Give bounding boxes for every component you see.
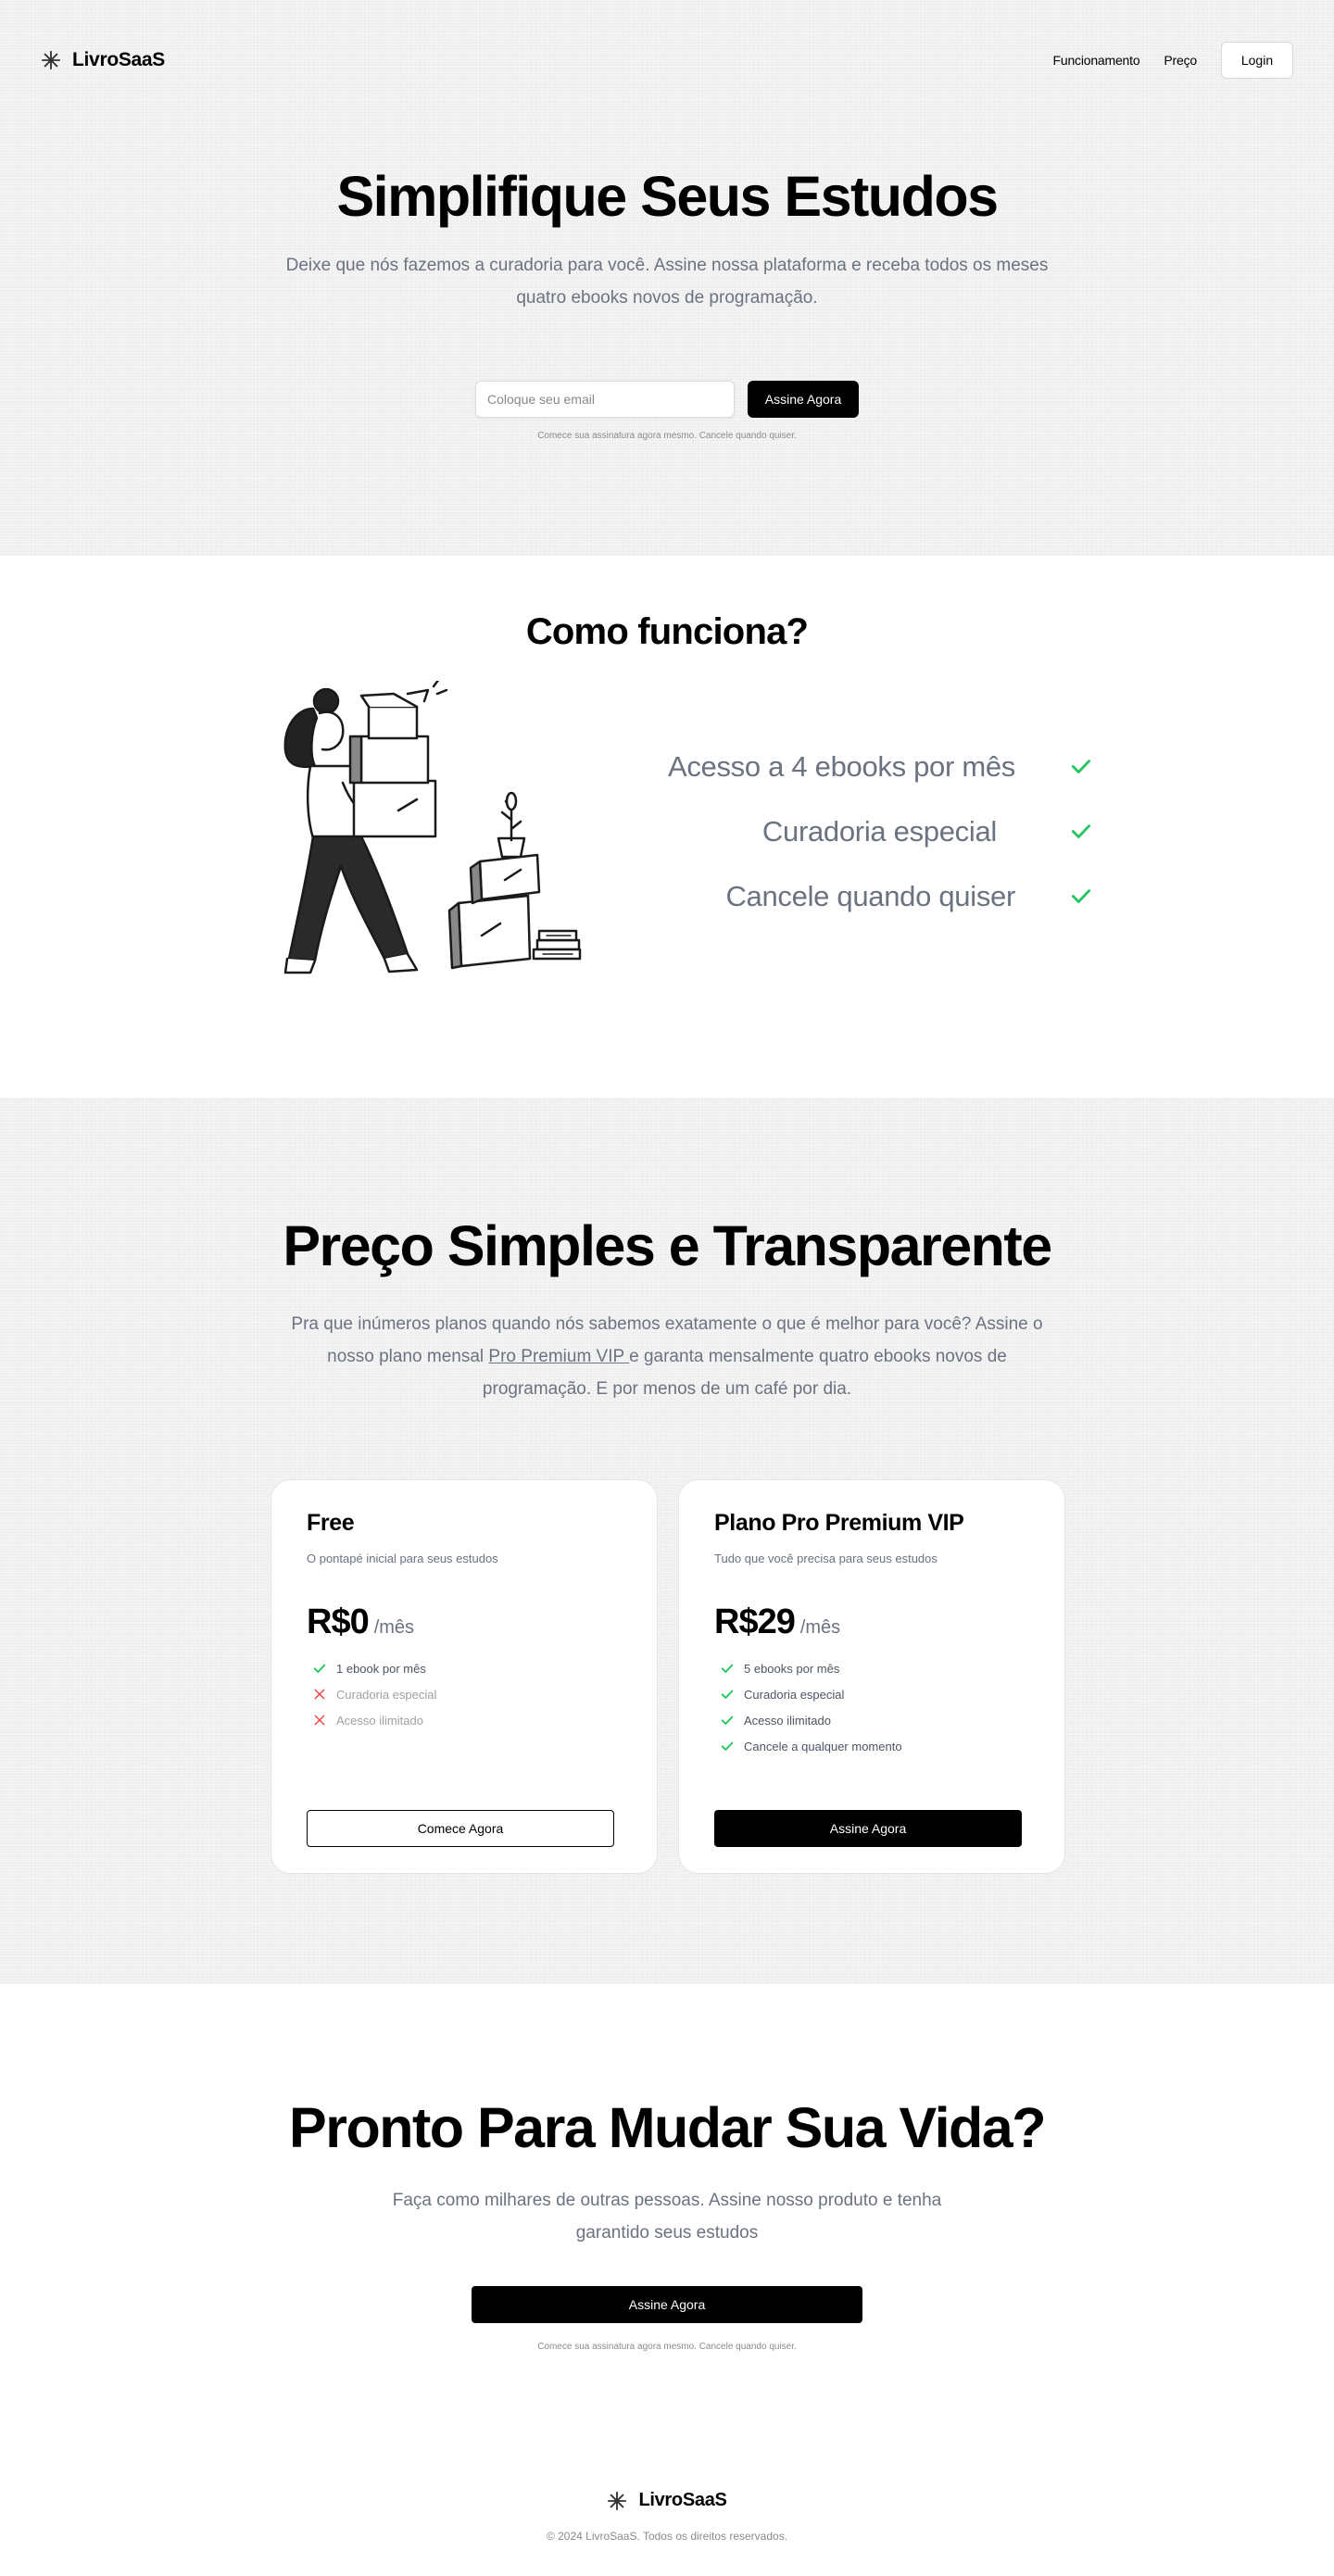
plan-feature-text: 5 ebooks por mês [744,1661,840,1676]
cta-section: Pronto Para Mudar Sua Vida? Faça como mi… [0,1984,1334,2419]
how-title: Como funciona? [525,611,809,652]
footer-brand-logo[interactable]: LivroSaaS [0,2490,1334,2511]
plan-feature-item: Curadoria especial [714,1681,1029,1707]
cross-icon [314,1689,325,1700]
plan-feature-item: 5 ebooks por mês [714,1655,1029,1681]
plan-name: Free [307,1510,355,1536]
feature-text: Acesso a 4 ebooks por mês [667,750,1015,783]
sparkle-icon [608,2491,627,2510]
plan-feature-item: Acesso ilimitado [307,1707,622,1733]
plan-feature-text: 1 ebook por mês [336,1661,426,1676]
check-icon [1071,760,1091,773]
check-icon [313,1664,326,1673]
plan-feature-text: Acesso ilimitado [744,1713,831,1728]
plan-price: R$29 [714,1602,796,1641]
nav-links: Funcionamento Preço Login [1053,42,1293,79]
hero-signup-form: Assine Agora [0,381,1334,418]
plan-period: /mês [373,1617,415,1638]
pricing-section: Preço Simples e Transparente Pra que inú… [0,1098,1334,1984]
plan-card-pro: Plano Pro Premium VIP Tudo que você prec… [678,1479,1065,1874]
plan-feature-list: 5 ebooks por mês Curadoria especial Aces… [714,1655,1029,1759]
how-it-works-section: Como funciona? Acesso a 4 ebooks por mês… [0,556,1334,1098]
feature-item: Acesso a 4 ebooks por mês [648,750,1093,815]
how-body: Acesso a 4 ebooks por mês Curadoria espe… [0,653,1334,1042]
cta-subscribe-button[interactable]: Assine Agora [472,2286,862,2323]
plan-feature-list: 1 ebook por mês Curadoria especial Acess… [307,1655,622,1733]
footer-brand-name: LivroSaaS [638,2490,727,2510]
plan-feature-item: Cancele a qualquer momento [714,1733,1029,1759]
features-list: Acesso a 4 ebooks por mês Curadoria espe… [648,750,1093,945]
plan-feature-text: Curadoria especial [744,1687,845,1702]
hero-subscribe-button[interactable]: Assine Agora [748,381,859,418]
cta-title: Pronto Para Mudar Sua Vida? [289,2096,1046,2159]
cta-subtitle: Faça como milhares de outras pessoas. As… [392,2191,942,2243]
brand-name: LivroSaaS [72,49,166,70]
plan-period: /mês [799,1617,841,1638]
plan-name: Plano Pro Premium VIP [714,1510,964,1536]
brand-logo[interactable]: LivroSaaS [41,49,165,71]
nav-link-preco[interactable]: Preço [1164,53,1197,68]
plan-feature-text: Curadoria especial [336,1687,437,1702]
hero-fine-print: Comece sua assinatura agora mesmo. Cance… [537,431,797,441]
pro-plan-button[interactable]: Assine Agora [714,1810,1022,1847]
plan-feature-item: Acesso ilimitado [714,1707,1029,1733]
person-carrying-boxes-illustration [283,681,582,974]
check-icon [721,1690,734,1699]
free-plan-button[interactable]: Comece Agora [307,1810,614,1847]
plan-feature-text: Cancele a qualquer momento [744,1739,902,1753]
check-icon [1071,824,1091,838]
check-icon [721,1715,734,1725]
check-icon [721,1741,734,1751]
feature-item: Cancele quando quiser [648,880,1093,945]
plan-card-free: Free O pontapé inicial para seus estudos… [271,1479,658,1874]
pricing-title: Preço Simples e Transparente [283,1214,1052,1277]
footer: LivroSaaS © 2024 LivroSaaS. Todos os dir… [0,2419,1334,2576]
plan-feature-text: Acesso ilimitado [336,1713,423,1728]
feature-item: Curadoria especial [648,815,1093,880]
cross-icon [314,1715,325,1726]
top-nav: LivroSaaS Funcionamento Preço Login [0,0,1334,120]
plan-feature-item: Curadoria especial [307,1681,622,1707]
hero-subtitle: Deixe que nós fazemos a curadoria para v… [285,256,1049,308]
pricing-cards: Free O pontapé inicial para seus estudos… [271,1479,1065,1874]
email-input[interactable] [475,381,735,418]
pro-premium-link[interactable]: Pro Premium VIP [488,1347,629,1366]
feature-text: Cancele quando quiser [725,880,1015,912]
hero-title: Simplifique Seus Estudos [336,165,999,228]
nav-link-funcionamento[interactable]: Funcionamento [1053,53,1140,68]
login-button[interactable]: Login [1221,42,1293,79]
plan-description: Tudo que você precisa para seus estudos [714,1552,938,1565]
pricing-subtitle: Pra que inúmeros planos quando nós sabem… [287,1308,1047,1405]
plan-price: R$0 [307,1602,370,1641]
cta-fine-print: Comece sua assinatura agora mesmo. Cance… [537,2342,797,2352]
check-icon [721,1664,734,1673]
hero-section: LivroSaaS Funcionamento Preço Login Simp… [0,0,1334,556]
copyright-text: © 2024 LivroSaaS. Todos os direitos rese… [546,2530,788,2543]
check-icon [1071,889,1091,903]
plan-description: O pontapé inicial para seus estudos [307,1552,498,1565]
sparkle-icon [41,50,61,70]
plan-price-row: R$0 /mês [307,1602,622,1642]
plan-feature-item: 1 ebook por mês [307,1655,622,1681]
plan-price-row: R$29 /mês [714,1602,1029,1642]
feature-text: Curadoria especial [761,815,997,848]
